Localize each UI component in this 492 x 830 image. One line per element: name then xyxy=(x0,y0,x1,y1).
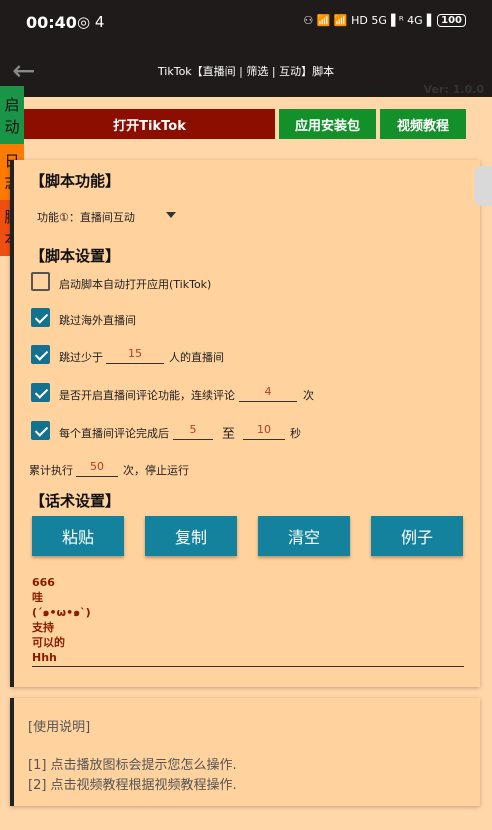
script-textarea[interactable]: 666 哇 (´๑•ω•๑`) 支持 可以的 Hhh xyxy=(32,575,91,665)
auto-open-label: 启动脚本自动打开应用(TikTok) xyxy=(59,278,212,291)
help-line-1: [1] 点击播放图标会提示您怎么操作. xyxy=(28,758,237,773)
side-tab-start-label: 启 动 xyxy=(4,96,20,136)
video-tutorial-button[interactable]: 视频教程 xyxy=(380,109,466,139)
comment-checkbox[interactable] xyxy=(31,383,50,402)
delay-unit: 秒 xyxy=(290,427,301,440)
skip-less-prefix: 跳过少于 xyxy=(59,351,103,364)
floating-handle[interactable] xyxy=(474,166,492,206)
install-package-button[interactable]: 应用安装包 xyxy=(279,109,376,139)
example-button[interactable]: 例子 xyxy=(371,516,463,556)
page-title: TikTok【直播间 | 筛选 | 互动】脚本 xyxy=(157,65,335,78)
status-time: 00:40 xyxy=(26,13,77,32)
comment-prefix: 是否开启直播间评论功能，连续评论 xyxy=(59,389,235,402)
section-function-title: 【脚本功能】 xyxy=(30,172,121,190)
skip-overseas-checkbox[interactable] xyxy=(31,308,50,327)
paste-button[interactable]: 粘贴 xyxy=(32,516,124,556)
status-bar: 00:40 ◎ 4 ⚇ 📶 📶 HD 5G▐ ᴿ 4G▐ 100 xyxy=(0,0,492,46)
network-icons: ⚇ 📶 📶 HD 5G▐ ᴿ 4G▐ xyxy=(303,14,432,27)
delay-prefix: 每个直播间评论完成后 xyxy=(59,427,169,440)
skip-less-checkbox[interactable] xyxy=(31,345,50,364)
battery-icon: 100 xyxy=(437,14,466,27)
copy-button[interactable]: 复制 xyxy=(145,516,237,556)
textarea-underline xyxy=(32,666,464,667)
delay-checkbox[interactable] xyxy=(31,421,50,440)
auto-open-checkbox[interactable] xyxy=(31,272,50,291)
open-tiktok-button[interactable]: 打开TikTok xyxy=(24,109,275,139)
delay-min-input[interactable]: 5 xyxy=(173,422,213,440)
section-settings-title: 【脚本设置】 xyxy=(30,247,121,265)
min-viewers-input[interactable]: 15 xyxy=(106,346,164,364)
comment-suffix: 次 xyxy=(303,389,314,402)
section-talk-title: 【话术设置】 xyxy=(30,492,121,510)
version-label: Ver: 1.0.0 xyxy=(423,83,484,96)
delay-max-input[interactable]: 10 xyxy=(243,422,285,440)
total-runs-input[interactable]: 50 xyxy=(76,459,118,477)
delay-to-label: 至 xyxy=(222,427,236,442)
side-tab-start[interactable]: 启 动 xyxy=(0,86,24,144)
notification-count: ◎ 4 xyxy=(77,13,105,31)
help-title: [使用说明] xyxy=(28,720,91,735)
chevron-down-icon[interactable] xyxy=(166,212,176,218)
status-icons: ⚇ 📶 📶 HD 5G▐ ᴿ 4G▐ 100 xyxy=(303,14,466,27)
comment-count-input[interactable]: 4 xyxy=(239,384,297,402)
function-select[interactable]: 功能①：直播间互动 xyxy=(37,209,135,225)
help-line-2: [2] 点击视频教程根据视频教程操作. xyxy=(28,778,237,793)
clear-button[interactable]: 清空 xyxy=(258,516,350,556)
app-toolbar: ← TikTok【直播间 | 筛选 | 互动】脚本 xyxy=(0,46,492,97)
total-suffix: 次，停止运行 xyxy=(123,464,189,477)
total-prefix: 累计执行 xyxy=(29,464,73,477)
skip-less-suffix: 人的直播间 xyxy=(169,351,224,364)
skip-overseas-label: 跳过海外直播间 xyxy=(59,314,136,327)
